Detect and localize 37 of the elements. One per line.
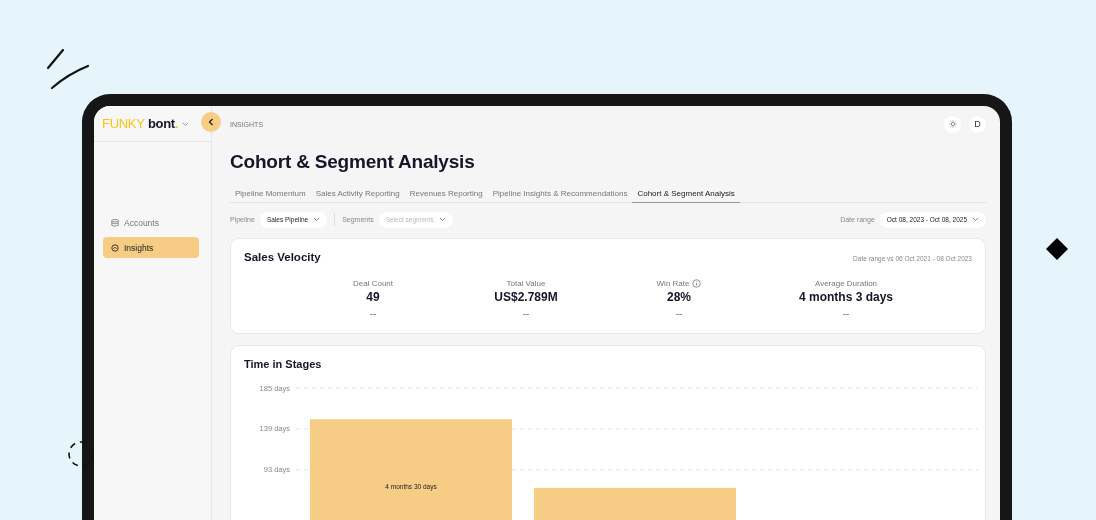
logo: FUNKY bont. xyxy=(102,116,179,131)
gauge-icon xyxy=(111,243,119,252)
settings-button[interactable] xyxy=(944,115,961,133)
metric-change: -- xyxy=(369,307,377,319)
sidebar-item[interactable]: Insights xyxy=(103,237,199,258)
caret-icon[interactable] xyxy=(182,122,190,127)
info-icon[interactable] xyxy=(692,278,702,288)
page-title: Cohort & Segment Analysis xyxy=(230,151,476,173)
gear-icon xyxy=(948,120,957,128)
card-title: Sales Velocity xyxy=(244,250,321,263)
tab[interactable]: Sales Activity Reporting xyxy=(310,187,405,203)
chevron-left-icon xyxy=(208,118,214,126)
metric-value: 28% xyxy=(667,289,691,304)
chevron-down-icon xyxy=(972,217,979,222)
metric-label: Deal Count xyxy=(353,278,393,288)
database-icon xyxy=(111,218,119,227)
chevron-down-icon xyxy=(438,217,446,222)
doodle-lines-icon xyxy=(46,48,92,90)
diamond-icon xyxy=(1046,238,1068,260)
metric-label: Total Value xyxy=(506,278,546,288)
tab[interactable]: Pipeline Insights & Recommendations xyxy=(487,187,633,203)
metric-label: Average Duration xyxy=(814,278,878,288)
sidebar-item[interactable]: Accounts xyxy=(103,212,199,233)
card-title: Time in Stages xyxy=(244,357,323,370)
chevron-down-icon xyxy=(313,217,321,222)
metric-value: US$2.789M xyxy=(494,289,558,304)
avatar[interactable]: D xyxy=(969,115,986,133)
metric-value: 49 xyxy=(366,289,380,304)
collapse-sidebar-button[interactable] xyxy=(201,112,221,132)
metric-change: -- xyxy=(842,307,850,319)
metric-change: -- xyxy=(675,307,683,319)
metric-label: Win Rate xyxy=(656,278,690,288)
tab[interactable]: Revenues Reporting xyxy=(404,187,488,203)
tab[interactable]: Cohort & Segment Analysis xyxy=(632,187,740,203)
tab[interactable]: Pipeline Momentum xyxy=(230,187,311,203)
metric-value: 4 months 3 days xyxy=(799,289,893,304)
metric-change: -- xyxy=(522,307,530,319)
